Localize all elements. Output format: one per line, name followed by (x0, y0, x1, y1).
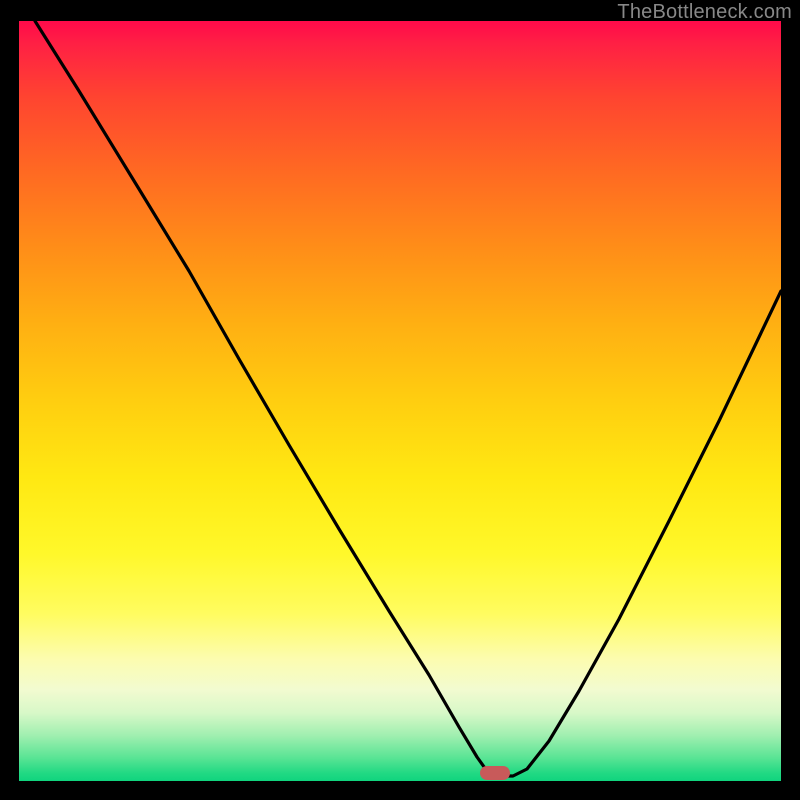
chart-frame: TheBottleneck.com (0, 0, 800, 800)
bottleneck-curve (35, 21, 781, 776)
curve-svg (19, 21, 781, 781)
plot-area (19, 21, 781, 781)
optimal-marker (480, 766, 510, 780)
